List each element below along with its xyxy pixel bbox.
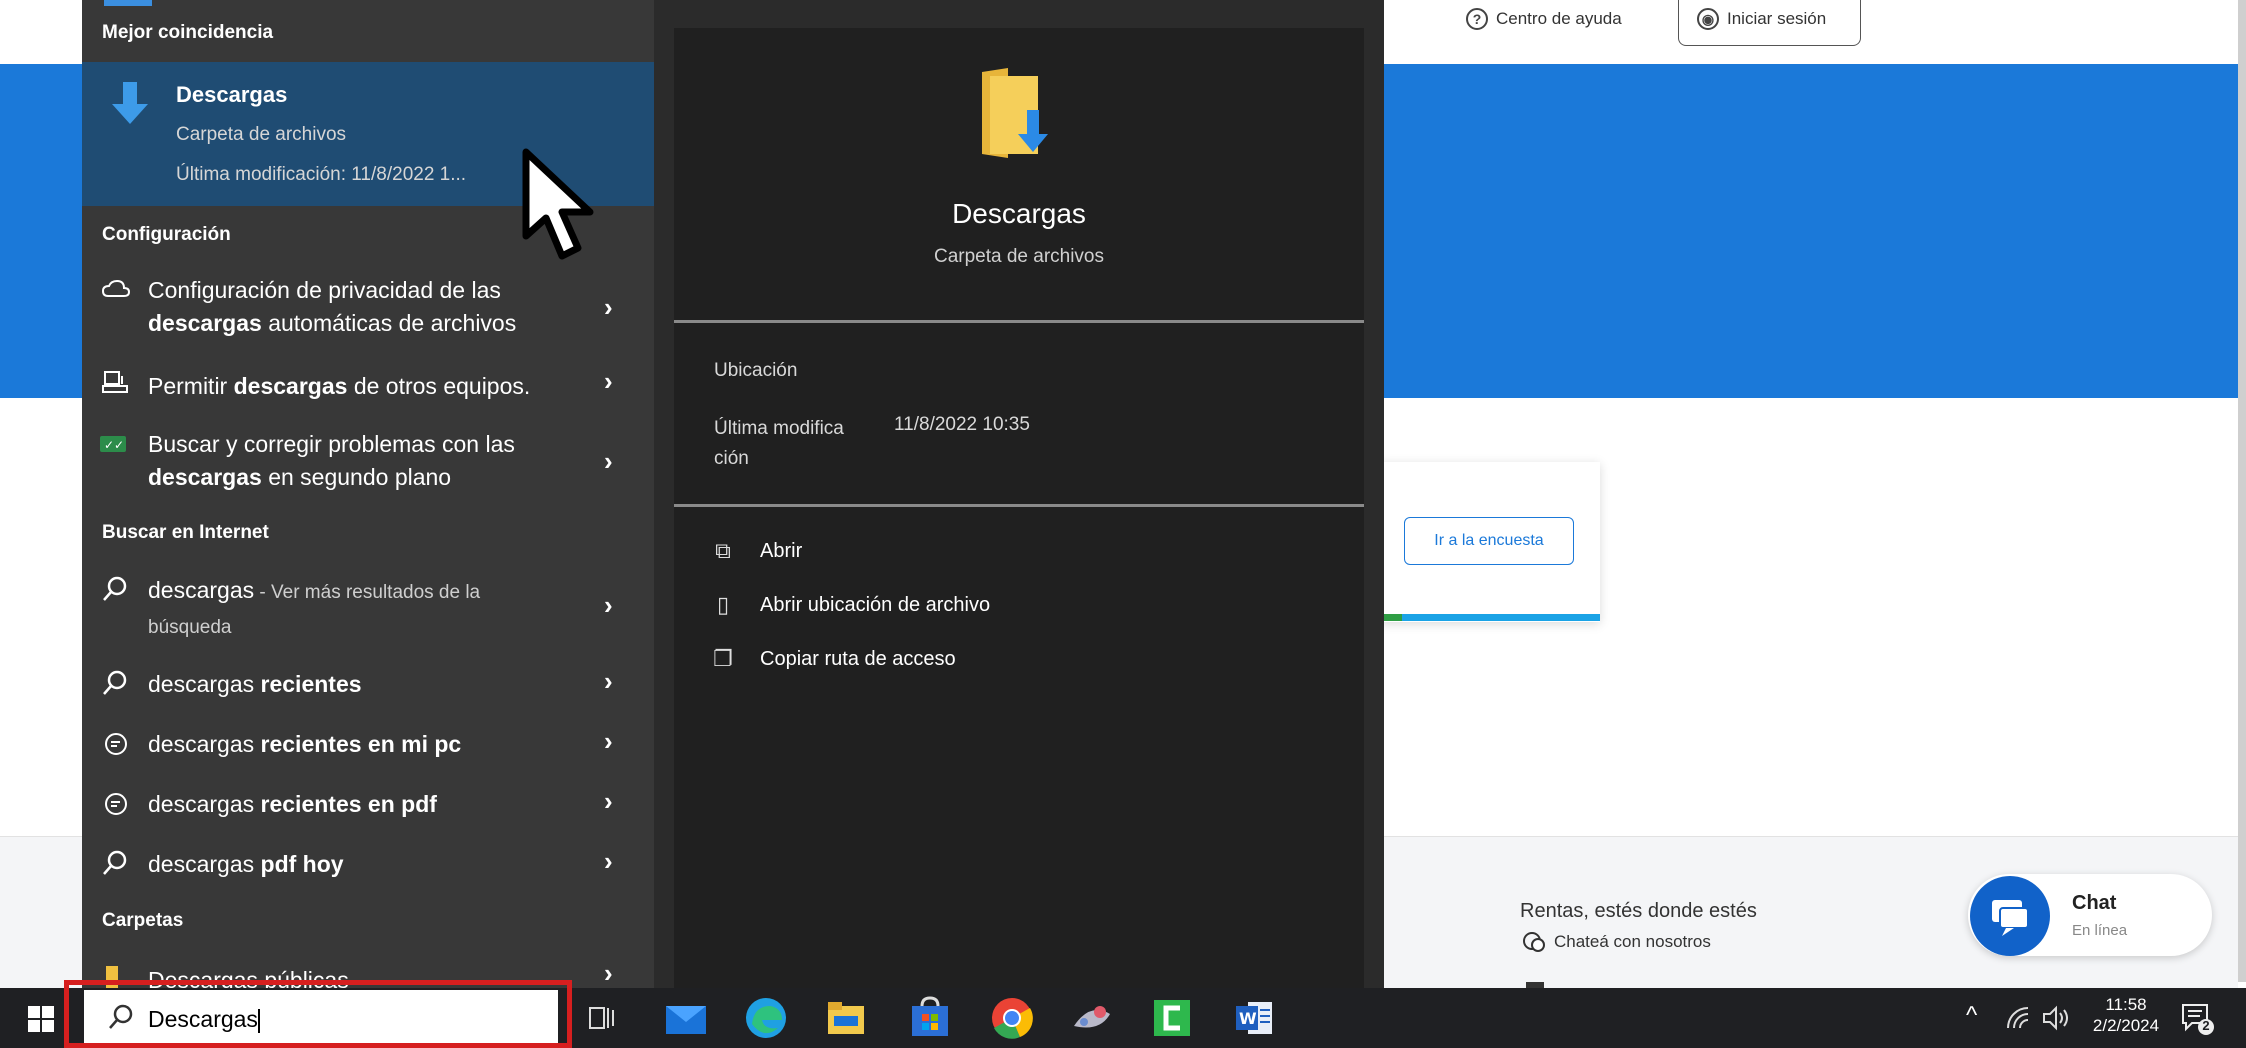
chat-bubble-icon	[1523, 932, 1545, 952]
detail-divider	[674, 320, 1364, 323]
footer-title: Rentas, estés donde estés	[1520, 900, 1757, 922]
footer-chat-link[interactable]: Chateá con nosotros	[1522, 930, 1711, 954]
chevron-right-icon: ›	[604, 958, 613, 988]
settings-item-troubleshoot-bold: descargas	[148, 464, 262, 490]
open-icon: ⧉	[715, 538, 731, 563]
user-icon: ◉	[1697, 8, 1719, 30]
chat-icon	[1992, 900, 2029, 936]
help-icon: ?	[1466, 8, 1488, 30]
microsoft-store-icon[interactable]	[910, 996, 950, 1038]
detail-modified-label-2: ción	[714, 448, 749, 469]
web-item-recientes-pc-pre: descargas	[148, 731, 261, 757]
page-scrollbar[interactable]	[2238, 0, 2246, 982]
settings-item-privacy-bold: descargas	[148, 310, 262, 336]
settings-item-privacy-rest: automáticas de archivos	[261, 310, 517, 336]
chevron-right-icon: ›	[604, 366, 613, 396]
login-button[interactable]: ◉ Iniciar sesión	[1678, 0, 1861, 46]
svg-text:✓✓: ✓✓	[104, 438, 124, 452]
mail-app-icon[interactable]	[664, 1000, 708, 1036]
detail-type: Carpeta de archivos	[933, 246, 1105, 267]
web-item-recientes-bold: recientes	[260, 671, 362, 697]
detail-modified-label-1: Última modifica	[714, 418, 844, 439]
chevron-right-icon: ›	[604, 666, 613, 696]
web-item-recientes-pdf-pre: descargas	[148, 791, 261, 817]
detail-title: Descargas	[952, 198, 1086, 229]
snipping-tool-icon[interactable]	[1070, 998, 1114, 1038]
chat-status: En línea	[2072, 922, 2128, 939]
action-open[interactable]: ⧉ Abrir	[710, 538, 802, 564]
web-item-recientes-pc-bold: recientes en mi pc	[260, 731, 462, 757]
search-suggestion-icon	[105, 733, 127, 755]
chevron-right-icon: ›	[604, 786, 613, 816]
web-search-header: Buscar en Internet	[102, 522, 269, 543]
chrome-browser-icon[interactable]	[990, 996, 1034, 1040]
highlight-frame	[64, 980, 572, 1048]
best-match-title: Descargas	[176, 82, 288, 107]
settings-item-other-devices-post: de otros equipos.	[347, 373, 531, 399]
settings-item-troubleshoot-rest: en segundo plano	[261, 464, 452, 490]
settings-item-other-devices-bold: descargas	[233, 373, 348, 399]
word-app-icon[interactable]: W	[1234, 1000, 1274, 1036]
web-item-more-results-text: descargas	[148, 577, 255, 603]
file-location-icon: ▯	[716, 592, 730, 617]
cloud-icon	[102, 280, 130, 297]
settings-item-other-devices-pre: Permitir	[148, 373, 234, 399]
mouse-cursor-icon	[522, 148, 594, 260]
chevron-right-icon: ›	[604, 446, 613, 476]
detail-location-label: Ubicación	[714, 360, 798, 381]
clock-time: 11:58	[2105, 995, 2147, 1014]
wifi-icon[interactable]	[2006, 1006, 2032, 1032]
copy-icon: ❐	[713, 646, 733, 671]
chevron-right-icon: ›	[604, 590, 613, 620]
settings-header: Configuración	[102, 224, 231, 245]
windows-start-icon[interactable]	[28, 1006, 54, 1032]
troubleshoot-icon: ✓✓	[100, 436, 126, 452]
edge-browser-icon[interactable]	[744, 996, 788, 1040]
download-arrow-icon	[112, 82, 148, 124]
detail-divider	[674, 504, 1364, 507]
search-icon	[103, 576, 127, 601]
search-icon	[103, 670, 127, 695]
best-match-header: Mejor coincidencia	[102, 22, 274, 43]
survey-progress-bar	[1380, 614, 1600, 621]
notification-count: 2	[2202, 1018, 2210, 1033]
devices-icon	[102, 371, 128, 393]
search-suggestion-icon	[105, 793, 127, 815]
chevron-up-icon[interactable]: ^	[1966, 1002, 1977, 1030]
settings-item-troubleshoot-line1: Buscar y corregir problemas con las	[148, 431, 515, 457]
help-center-link[interactable]: ? Centro de ayuda	[1466, 8, 1622, 30]
chevron-right-icon: ›	[604, 846, 613, 876]
web-item-recientes-pre: descargas	[148, 671, 261, 697]
settings-item-privacy-line1: Configuración de privacidad de las	[148, 277, 501, 303]
web-item-more-results-suffix: - Ver más resultados de la	[254, 582, 481, 603]
svg-text:W: W	[1239, 1009, 1257, 1028]
best-match-modified: Última modificación: 11/8/2022 1...	[176, 164, 467, 185]
survey-button[interactable]: Ir a la encuesta	[1404, 517, 1574, 565]
detail-card	[674, 28, 1364, 988]
tab-indicator	[104, 0, 152, 6]
camtasia-app-icon[interactable]	[1152, 998, 1192, 1038]
detail-modified-value: 11/8/2022 10:35	[894, 414, 1030, 435]
web-item-recientes-pdf-bold: recientes en pdf	[260, 791, 437, 817]
chat-button[interactable]	[1970, 876, 2050, 956]
volume-icon[interactable]	[2042, 1004, 2072, 1032]
chevron-right-icon: ›	[604, 726, 613, 756]
task-view-icon[interactable]	[588, 1004, 616, 1032]
best-match-type: Carpeta de archivos	[176, 124, 347, 145]
action-open-file-location[interactable]: ▯ Abrir ubicación de archivo	[710, 592, 990, 618]
downloads-folder-icon	[982, 68, 1048, 158]
clock-date: 2/2/2024	[2092, 1016, 2160, 1035]
web-item-more-results-suffix2: búsqueda	[148, 617, 232, 638]
web-item-pdf-hoy-bold: pdf hoy	[260, 851, 344, 877]
clock[interactable]: 11:58 2/2/2024	[2084, 994, 2168, 1036]
chat-label: Chat	[2072, 892, 2117, 914]
search-icon	[103, 850, 127, 875]
file-explorer-icon[interactable]	[826, 998, 866, 1038]
action-copy-path[interactable]: ❐ Copiar ruta de acceso	[710, 646, 956, 672]
web-item-pdf-hoy-pre: descargas	[148, 851, 261, 877]
folders-header: Carpetas	[102, 910, 184, 931]
chevron-right-icon: ›	[604, 292, 613, 322]
